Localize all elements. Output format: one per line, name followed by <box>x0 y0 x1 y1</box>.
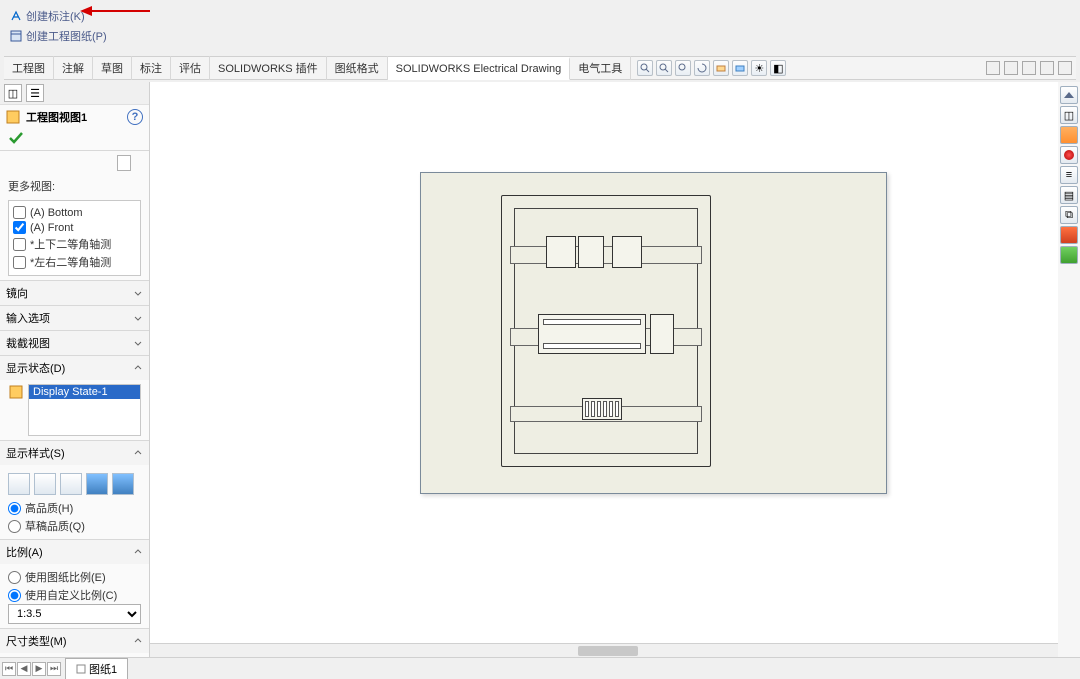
section-crop[interactable]: 裁截视图 <box>0 331 149 355</box>
view-front[interactable]: (A) Front <box>13 220 136 235</box>
menu-create-annotation-label: 创建标注(K) <box>26 8 85 24</box>
sheet-prev-icon[interactable]: ◀ <box>17 662 31 676</box>
use-custom-scale[interactable]: 使用自定义比例(C) <box>8 586 141 604</box>
zoom-area-icon[interactable] <box>656 60 672 76</box>
display-state-icon <box>8 384 24 400</box>
graphics-area[interactable] <box>150 82 1080 657</box>
properties-icon[interactable]: ≡ <box>1060 166 1078 184</box>
section-display-style[interactable]: 显示样式(S) <box>0 441 149 465</box>
tab-addins[interactable]: SOLIDWORKS 插件 <box>210 56 327 80</box>
chevron-down-icon <box>133 288 143 298</box>
chevron-up-icon <box>133 448 143 458</box>
style-wireframe-icon[interactable] <box>8 473 30 495</box>
tab-electrical-drawing[interactable]: SOLIDWORKS Electrical Drawing <box>388 57 571 80</box>
window-close-icon[interactable] <box>1058 61 1072 75</box>
doc-icon <box>117 155 131 171</box>
rotate-icon[interactable] <box>694 60 710 76</box>
sheet-next-icon[interactable]: ▶ <box>32 662 46 676</box>
panel-title: 工程图视图1 <box>26 109 87 125</box>
task-pane: ◫ ≡ ▤ ⧉ <box>1058 82 1080 657</box>
style-hidden-icon[interactable] <box>34 473 56 495</box>
light-icon[interactable]: ☀ <box>751 60 767 76</box>
hq-radio[interactable]: 高品质(H) <box>8 499 141 517</box>
view-badge-icon <box>6 110 20 124</box>
more-views-list: (A) Bottom (A) Front *上下二等角轴测 *左右二等角轴测 <box>8 200 141 276</box>
clipboard-icon[interactable]: ▤ <box>1060 186 1078 204</box>
zoom-icon[interactable] <box>637 60 653 76</box>
appearance-icon[interactable] <box>1060 146 1078 164</box>
sheet-first-icon[interactable]: ⏮ <box>2 662 16 676</box>
tab-drawing[interactable]: 工程图 <box>4 56 54 80</box>
view-dimetric2[interactable]: *左右二等角轴测 <box>13 253 136 271</box>
view-icon[interactable] <box>713 60 729 76</box>
command-tabs: 工程图 注解 草图 标注 评估 SOLIDWORKS 插件 图纸格式 SOLID… <box>4 56 1076 80</box>
sheet-tab[interactable]: 图纸1 <box>65 658 128 679</box>
home-icon[interactable] <box>1060 86 1078 104</box>
tab-annotation[interactable]: 注解 <box>54 56 93 80</box>
window-minimize-icon[interactable] <box>1022 61 1036 75</box>
library-icon[interactable] <box>1060 126 1078 144</box>
display-state-list[interactable]: Display State-1 <box>28 384 141 436</box>
tab-sketch[interactable]: 草图 <box>93 56 132 80</box>
tab-sheetformat[interactable]: 图纸格式 <box>327 56 388 80</box>
chevron-up-icon <box>133 547 143 557</box>
sheet-icon <box>76 664 86 674</box>
electrical-icon[interactable] <box>1060 246 1078 264</box>
display-state-item[interactable]: Display State-1 <box>29 385 140 399</box>
panel-icon1[interactable]: ◫ <box>4 84 22 102</box>
window-option2-icon[interactable] <box>1004 61 1018 75</box>
window-maximize-icon[interactable] <box>1040 61 1054 75</box>
sheet-tabs-bar: ⏮ ◀ ▶ ⏭ 图纸1 <box>0 657 1080 679</box>
style-hlr-icon[interactable] <box>60 473 82 495</box>
sw-icon[interactable] <box>1060 226 1078 244</box>
more-views-label: 更多视图: <box>8 174 141 198</box>
cube-icon[interactable]: ◧ <box>770 60 786 76</box>
style-shaded-icon[interactable] <box>112 473 134 495</box>
annotation-arrow <box>80 4 150 18</box>
panel-icon2[interactable]: ☰ <box>26 84 44 102</box>
chevron-up-icon <box>133 636 143 646</box>
chevron-up-icon <box>133 363 143 373</box>
property-panel: ◫ ☰ 工程图视图1 ? 更多视图: (A) Bottom (A) Front … <box>0 82 150 657</box>
style-shaded-edges-icon[interactable] <box>86 473 108 495</box>
sheet-last-icon[interactable]: ⏭ <box>47 662 61 676</box>
use-sheet-scale[interactable]: 使用图纸比例(E) <box>8 568 141 586</box>
display-icon[interactable] <box>732 60 748 76</box>
draft-radio[interactable]: 草稿品质(Q) <box>8 517 141 535</box>
window-option1-icon[interactable] <box>986 61 1000 75</box>
section-mirror[interactable]: 镜向 <box>0 281 149 305</box>
section-display-state[interactable]: 显示状态(D) <box>0 356 149 380</box>
chevron-down-icon <box>133 338 143 348</box>
zoom-fit-icon[interactable] <box>675 60 691 76</box>
drawing-sheet[interactable] <box>420 172 887 494</box>
tab-evaluate[interactable]: 评估 <box>171 56 210 80</box>
scale-select[interactable]: 1:3.5 <box>8 604 141 624</box>
menu-create-drawing-label: 创建工程图纸(P) <box>26 28 107 44</box>
resources-icon[interactable]: ◫ <box>1060 106 1078 124</box>
chevron-down-icon <box>133 313 143 323</box>
view-dimetric1[interactable]: *上下二等角轴测 <box>13 235 136 253</box>
menu-create-drawing[interactable]: 创建工程图纸(P) <box>6 26 111 46</box>
section-import[interactable]: 输入选项 <box>0 306 149 330</box>
section-dim-type[interactable]: 尺寸类型(M) <box>0 629 149 653</box>
forum-icon[interactable]: ⧉ <box>1060 206 1078 224</box>
cabinet-assembly[interactable] <box>501 195 711 467</box>
tab-electrical-tools[interactable]: 电气工具 <box>570 56 631 80</box>
section-scale[interactable]: 比例(A) <box>0 540 149 564</box>
view-bottom[interactable]: (A) Bottom <box>13 205 136 220</box>
tab-dimension[interactable]: 标注 <box>132 56 171 80</box>
confirm-icon[interactable] <box>8 131 24 145</box>
horizontal-scrollbar[interactable] <box>150 643 1066 657</box>
help-icon[interactable]: ? <box>127 109 143 125</box>
